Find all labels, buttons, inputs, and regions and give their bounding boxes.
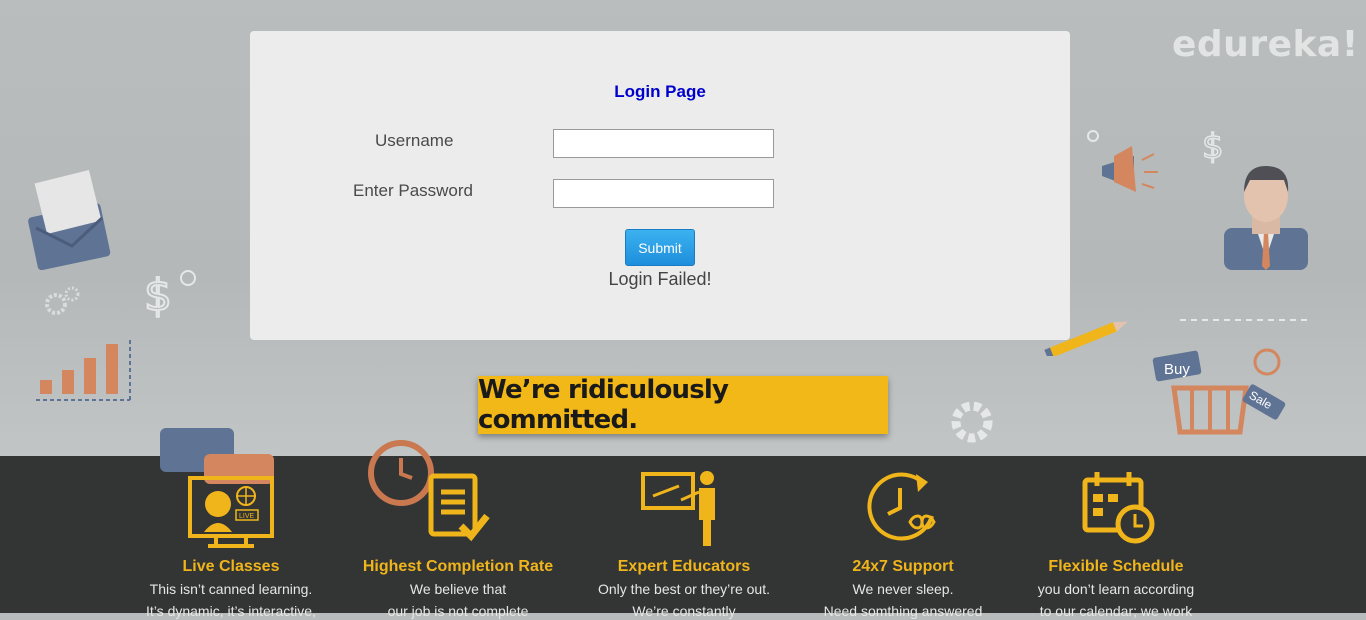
dollar-sign-icon: $ [1201,126,1224,164]
feature-desc-line: This isn’t canned learning. [149,581,313,597]
svg-text:$: $ [1202,127,1224,164]
username-label: Username [375,131,454,150]
live-badge: LIVE [239,513,255,520]
bar-growth-icon [36,338,131,401]
feature-title: 24x7 Support [852,558,954,575]
feature-desc-line: our job is not complete [387,603,529,619]
educator-board-icon [641,471,715,546]
login-status-message: Login Failed! [608,269,712,289]
gear-icon [951,401,993,443]
login-card: Login Page Username Enter Password Submi… [250,31,1070,340]
feature-expert-educators: Expert Educators Only the best or they’r… [574,466,794,620]
clock-infinity-icon [867,472,936,541]
page-title: Login Page [614,82,706,101]
feature-support: 24x7 Support We never sleep. Need somthi… [793,466,1013,620]
calendar-clock-icon [1082,472,1155,544]
feature-desc-line: We never sleep. [852,581,954,597]
gears-icon [45,286,80,315]
password-label: Enter Password [353,181,473,200]
svg-text:$: $ [144,270,172,321]
megaphone-icon [1087,130,1158,192]
brand-logo: edureka! [1172,24,1359,65]
completion-checklist-icon [428,473,490,542]
dollar-coin-icon: $ [143,269,196,322]
username-input[interactable] [553,129,774,158]
feature-title: Flexible Schedule [1048,558,1184,575]
feature-title: Live Classes [182,558,280,575]
feature-title: Highest Completion Rate [362,558,554,575]
businessman-icon [1224,166,1308,270]
feature-desc-line: It’s dynamic, it’s interactive, [146,603,316,619]
shopping-basket-icon: Buy Sale [1152,348,1286,435]
feature-desc-line: to our calendar; we work [1039,603,1193,619]
feature-desc-line: We believe that [409,581,507,597]
live-classes-icon: LIVE [188,476,274,548]
feature-desc-line: We’re constantly [632,603,736,619]
buy-tag: Buy [1164,361,1190,378]
feature-desc-line: Only the best or they’re out. [598,581,770,597]
feature-live-classes: LIVE Live Classes This isn’t canned lear… [121,466,341,620]
envelope-letter-icon [28,170,111,270]
feature-desc-line: Need somthing answered [823,603,983,619]
feature-flexible-schedule: Flexible Schedule you don’t learn accord… [1006,466,1226,620]
tagline-banner: We’re ridiculously committed. [478,375,888,435]
password-input[interactable] [553,179,774,208]
feature-desc-line: you don’t learn according [1037,581,1195,597]
feature-title: Expert Educators [617,558,751,575]
feature-completion-rate: Highest Completion Rate We believe that … [348,466,568,620]
submit-button[interactable]: Submit [625,229,695,266]
